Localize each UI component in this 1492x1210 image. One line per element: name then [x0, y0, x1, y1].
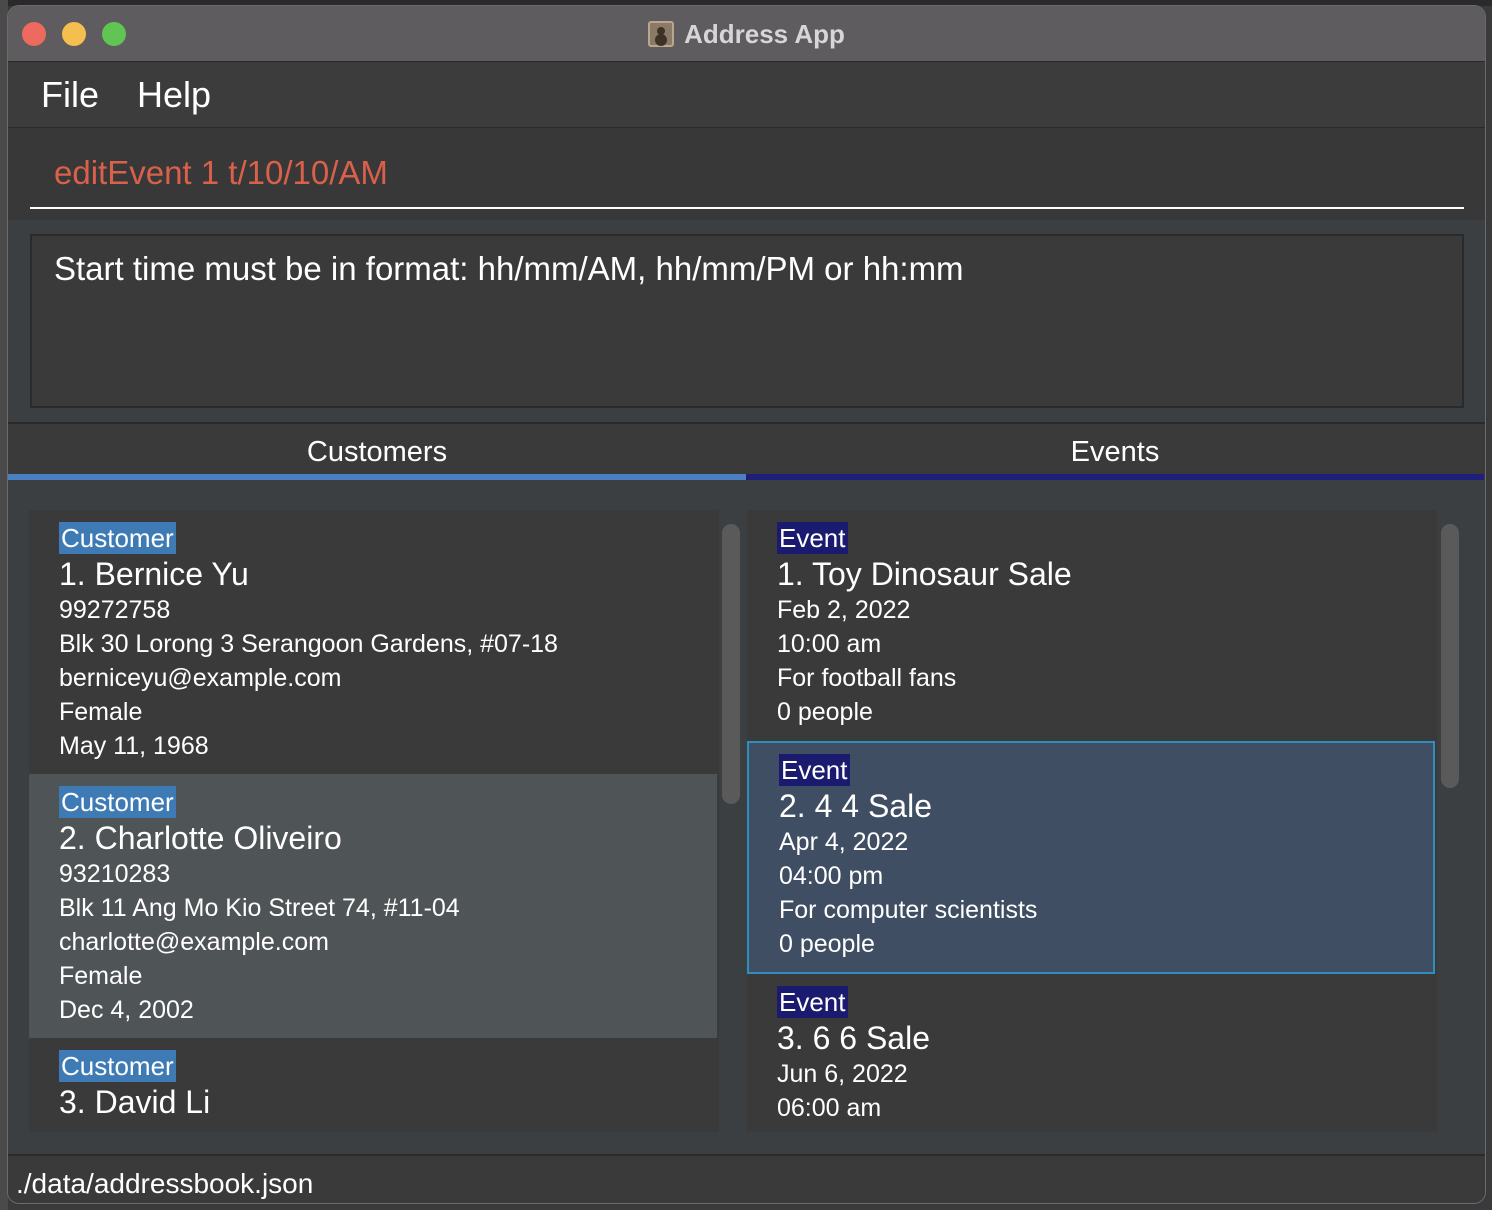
event-name: 3. 6 6 Sale	[777, 1020, 930, 1056]
status-bar: ./data/addressbook.json	[8, 1154, 1485, 1203]
event-card[interactable]: Event 3. 6 6 Sale Jun 6, 2022 06:00 am	[747, 974, 1435, 1132]
customer-name: 1. Bernice Yu	[59, 556, 249, 592]
customer-gender: Female	[59, 962, 143, 990]
menu-file[interactable]: File	[41, 74, 99, 116]
customer-email: berniceyu@example.com	[59, 664, 342, 692]
customer-phone: 99272758	[59, 596, 171, 624]
customer-email: charlotte@example.com	[59, 928, 329, 956]
event-card[interactable]: Event 1. Toy Dinosaur Sale Feb 2, 2022 1…	[747, 510, 1435, 740]
customer-birthday: May 11, 1968	[59, 732, 209, 760]
customer-name: 3. David Li	[59, 1084, 211, 1120]
customer-card[interactable]: Customer 3. David Li	[29, 1038, 717, 1132]
event-time: 04:00 pm	[779, 862, 884, 890]
command-input[interactable]: editEvent 1 t/10/10/AM	[54, 154, 388, 192]
customer-list-scrollbar[interactable]	[722, 524, 740, 804]
event-date: Feb 2, 2022	[777, 596, 911, 624]
list-panes: Customer 1. Bernice Yu 99272758 Blk 30 L…	[8, 490, 1485, 1150]
address-book-icon	[648, 21, 675, 47]
menu-bar: File Help	[8, 62, 1485, 128]
command-underline	[30, 207, 1464, 209]
event-list-scrollbar[interactable]	[1441, 524, 1459, 788]
event-description: For computer scientists	[779, 896, 1038, 924]
customer-tag: Customer	[59, 786, 176, 818]
event-name: 1. Toy Dinosaur Sale	[777, 556, 1072, 592]
title-bar[interactable]: Address App	[8, 6, 1485, 62]
event-people-count: 0 people	[779, 930, 875, 958]
result-message: Start time must be in format: hh/mm/AM, …	[54, 250, 964, 287]
event-date: Jun 6, 2022	[777, 1060, 908, 1088]
tab-customers-indicator	[8, 474, 746, 480]
event-tag: Event	[779, 754, 850, 786]
event-people-count: 0 people	[777, 698, 873, 726]
customer-tag: Customer	[59, 1050, 176, 1082]
result-display: Start time must be in format: hh/mm/AM, …	[30, 234, 1464, 408]
customer-tag: Customer	[59, 522, 176, 554]
event-name: 2. 4 4 Sale	[779, 788, 932, 824]
data-file-path: ./data/addressbook.json	[16, 1168, 314, 1199]
tab-customers-label: Customers	[306, 436, 448, 468]
tab-events-indicator	[746, 474, 1484, 480]
customer-list[interactable]: Customer 1. Bernice Yu 99272758 Blk 30 L…	[29, 510, 719, 1132]
menu-help[interactable]: Help	[137, 74, 211, 116]
window-title: Address App	[684, 18, 845, 49]
app-window: Address App File Help editEvent 1 t/10/1…	[7, 5, 1486, 1204]
tab-bar: Customers Events	[8, 422, 1485, 480]
event-card-selected[interactable]: Event 2. 4 4 Sale Apr 4, 2022 04:00 pm F…	[747, 741, 1435, 974]
event-tag: Event	[777, 522, 848, 554]
window-title-group: Address App	[8, 6, 1485, 62]
customer-address: Blk 30 Lorong 3 Serangoon Gardens, #07-1…	[59, 630, 558, 658]
customer-phone: 93210283	[59, 860, 171, 888]
event-time: 06:00 am	[777, 1094, 882, 1122]
customer-card[interactable]: Customer 1. Bernice Yu 99272758 Blk 30 L…	[29, 510, 717, 774]
event-description: For football fans	[777, 664, 957, 692]
customer-birthday: Dec 4, 2002	[59, 996, 194, 1024]
tab-customers[interactable]: Customers	[8, 424, 746, 480]
customer-card[interactable]: Customer 2. Charlotte Oliveiro 93210283 …	[29, 774, 717, 1038]
event-tag: Event	[777, 986, 848, 1018]
event-date: Apr 4, 2022	[779, 828, 909, 856]
event-list[interactable]: Event 1. Toy Dinosaur Sale Feb 2, 2022 1…	[747, 510, 1437, 1132]
customer-address: Blk 11 Ang Mo Kio Street 74, #11-04	[59, 894, 460, 922]
customer-gender: Female	[59, 698, 143, 726]
tab-events-label: Events	[1070, 436, 1160, 468]
event-time: 10:00 am	[777, 630, 882, 658]
command-box[interactable]: editEvent 1 t/10/10/AM	[8, 128, 1485, 220]
customer-name: 2. Charlotte Oliveiro	[59, 820, 342, 856]
tab-events[interactable]: Events	[746, 424, 1484, 480]
